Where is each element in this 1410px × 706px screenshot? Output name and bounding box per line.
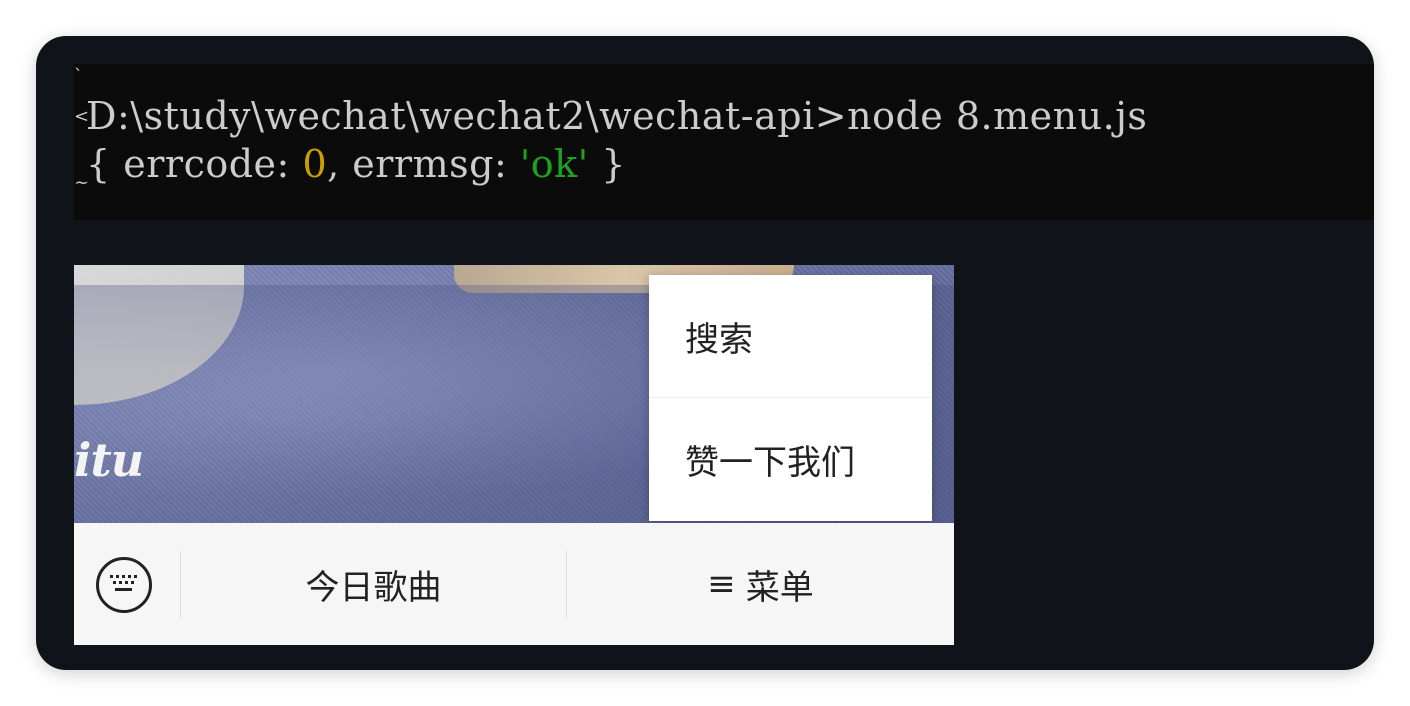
edge-mark: ` [74,66,83,87]
output-mid: , errmsg: [327,142,520,186]
menu-item-search[interactable]: 搜索 [649,275,932,398]
errcode-value: 0 [302,142,328,186]
keyboard-icon[interactable] [96,557,152,613]
keyboard-glyph [110,575,137,591]
photo-shirt-text: itu [74,433,144,487]
todays-song-button[interactable]: 今日歌曲 [181,523,566,645]
edge-mark: < [74,106,90,127]
edge-mark: ~ [74,172,90,193]
terminal-edge-marks: ` < ~ [74,64,90,220]
terminal-command-line: D:\study\wechat\wechat2\wechat-api>node … [86,94,1148,138]
wechat-screen: itu 搜索 赞一下我们 今日歌曲 ≡ 菜单 [74,265,954,645]
menu-label: 菜单 [745,567,814,608]
errmsg-value: 'ok' [519,142,589,186]
terminal-panel: ` < ~ D:\study\wechat\wechat2\wechat-api… [74,64,1374,220]
menu-button[interactable]: ≡ 菜单 [567,523,954,645]
window-frame: ` < ~ D:\study\wechat\wechat2\wechat-api… [36,36,1374,670]
menu-item-like-us[interactable]: 赞一下我们 [649,398,932,521]
bottom-menu-bar: 今日歌曲 ≡ 菜单 [74,523,954,645]
todays-song-label: 今日歌曲 [305,567,442,608]
menu-popup: 搜索 赞一下我们 [649,275,932,521]
output-open: { errcode: [86,142,303,186]
menu-lines-icon: ≡ [707,564,736,604]
output-close: } [588,142,626,186]
terminal-output-line: { errcode: 0, errmsg: 'ok' } [86,142,626,186]
